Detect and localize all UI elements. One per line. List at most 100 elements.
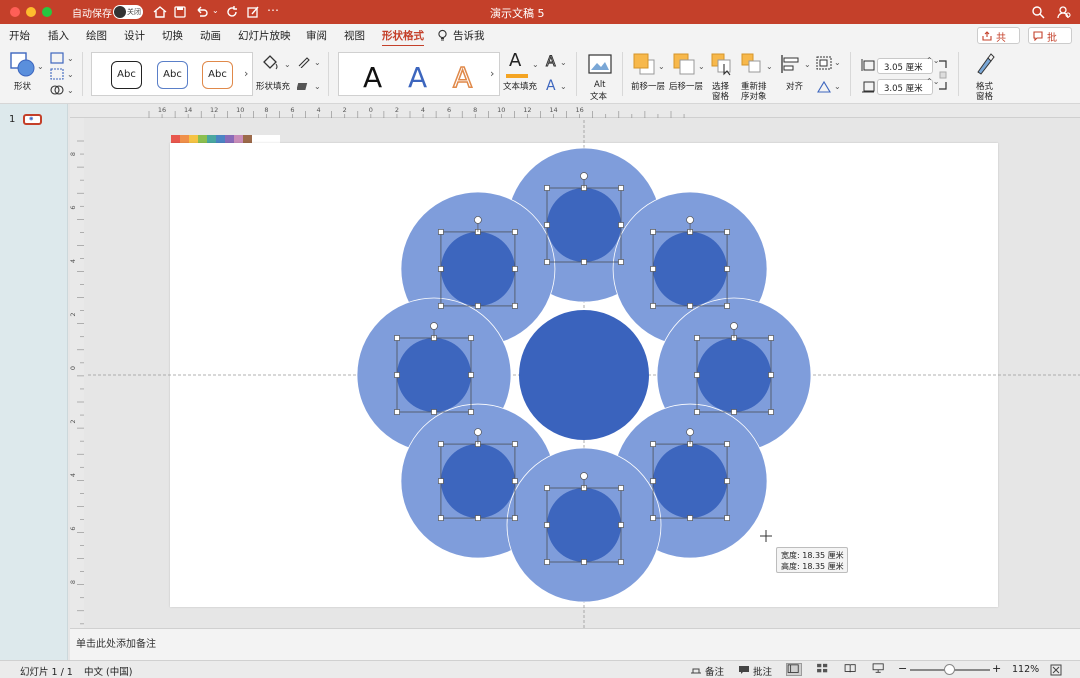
- alt-text-icon[interactable]: [588, 54, 612, 76]
- tab-transitions[interactable]: 切换: [162, 28, 183, 43]
- bring-forward-chevron-icon[interactable]: ⌄: [658, 62, 665, 71]
- redo-icon[interactable]: [224, 4, 240, 20]
- notes-pane[interactable]: 单击此处添加备注: [70, 628, 1080, 660]
- comments-toggle[interactable]: 批注: [753, 664, 772, 678]
- bring-forward-icon[interactable]: [632, 52, 656, 76]
- window-close-button[interactable]: [10, 7, 20, 17]
- slideshow-view-button[interactable]: [872, 663, 888, 676]
- selection-pane-icon[interactable]: [710, 52, 734, 76]
- text-fill-chevron-icon[interactable]: ⌄: [532, 60, 539, 69]
- merge-shapes-icon[interactable]: [50, 84, 64, 96]
- tab-draw[interactable]: 绘图: [86, 28, 107, 43]
- shape-styles-more-icon[interactable]: ›: [244, 67, 248, 80]
- text-fill-label: 文本填充: [503, 82, 538, 92]
- shape-effects-icon[interactable]: [297, 80, 311, 92]
- format-pane-icon[interactable]: [974, 52, 996, 76]
- paint-bucket-icon[interactable]: [260, 52, 280, 72]
- text-fill-button[interactable]: A: [504, 50, 528, 78]
- tab-tell-me[interactable]: 告诉我: [453, 28, 485, 43]
- edit-icon[interactable]: [245, 4, 261, 20]
- lock-aspect-icon[interactable]: [938, 60, 948, 90]
- save-icon[interactable]: [172, 4, 188, 20]
- group-icon[interactable]: [816, 56, 832, 70]
- ruler-label: 0: [369, 106, 373, 114]
- merge-chevron-icon[interactable]: ⌄: [67, 86, 74, 95]
- vertical-ruler: 8 6 4 2 0 2 4 6 8: [69, 118, 84, 628]
- undo-icon[interactable]: [194, 4, 210, 20]
- reading-view-button[interactable]: [844, 663, 860, 676]
- search-icon[interactable]: [1030, 4, 1046, 20]
- autosave-toggle[interactable]: 关闭: [113, 5, 143, 19]
- shapes-icon[interactable]: [10, 52, 36, 78]
- shape-outline-icon[interactable]: [297, 56, 311, 68]
- wordart-style-orange[interactable]: A: [452, 60, 473, 95]
- comments-button[interactable]: 批注: [1028, 27, 1072, 59]
- text-outline-chevron-icon[interactable]: ⌄: [560, 58, 567, 67]
- text-effects-chevron-icon[interactable]: ⌄: [560, 82, 567, 91]
- edit-shape-chevron-icon[interactable]: ⌄: [67, 54, 74, 63]
- thumbnail-background: [0, 104, 68, 660]
- shape-height-input[interactable]: 3.05 厘米: [877, 58, 933, 74]
- zoom-in-button[interactable]: +: [992, 662, 1001, 675]
- reading-view-icon: [844, 664, 856, 673]
- fit-to-window-icon[interactable]: [1050, 664, 1062, 676]
- account-icon[interactable]: [1056, 4, 1072, 20]
- shape-style-1[interactable]: Abc: [111, 61, 142, 89]
- normal-view-button[interactable]: [786, 663, 802, 676]
- window-minimize-button[interactable]: [26, 7, 36, 17]
- share-button[interactable]: 共享: [977, 27, 1020, 59]
- send-backward-chevron-icon[interactable]: ⌄: [698, 62, 705, 71]
- shape-fill-chevron-icon[interactable]: ⌄: [284, 60, 291, 69]
- slide-sorter-icon: [817, 663, 828, 673]
- rotate-icon[interactable]: [816, 80, 832, 94]
- language-indicator[interactable]: 中文 (中国): [84, 664, 132, 678]
- zoom-out-button[interactable]: −: [898, 662, 907, 675]
- edit-shape-icon[interactable]: [50, 52, 64, 64]
- tab-shape-format[interactable]: 形状格式: [382, 28, 424, 47]
- text-box-icon[interactable]: [50, 68, 64, 80]
- tab-review[interactable]: 审阅: [306, 28, 327, 43]
- wordart-style-black[interactable]: A: [363, 61, 382, 94]
- tab-home[interactable]: 开始: [9, 28, 30, 43]
- text-box-chevron-icon[interactable]: ⌄: [67, 70, 74, 79]
- group-chevron-icon[interactable]: ⌄: [834, 58, 841, 67]
- send-backward-icon[interactable]: [672, 52, 696, 76]
- more-icon[interactable]: ⋯: [267, 3, 283, 19]
- vertical-ruler-ticks: 8 6 4 2 0 2 4 6 8: [69, 140, 84, 625]
- tab-slideshow[interactable]: 幻灯片放映: [238, 28, 291, 43]
- shape-style-2[interactable]: Abc: [157, 61, 188, 89]
- wordart-style-blue[interactable]: A: [408, 61, 427, 94]
- shape-style-3[interactable]: Abc: [202, 61, 233, 89]
- reorder-chevron-icon[interactable]: ⌄: [766, 62, 773, 71]
- tab-animations[interactable]: 动画: [200, 28, 221, 43]
- zoom-level[interactable]: 112%: [1012, 664, 1039, 675]
- align-chevron-icon[interactable]: ⌄: [804, 60, 811, 69]
- shapes-chevron-icon[interactable]: ⌄: [37, 62, 44, 71]
- tab-view[interactable]: 视图: [344, 28, 365, 43]
- comments-icon[interactable]: [738, 665, 750, 675]
- ribbon-separator: [850, 52, 851, 96]
- slide-1[interactable]: [170, 143, 998, 607]
- tab-design[interactable]: 设计: [124, 28, 145, 43]
- slide-thumbnail-1[interactable]: [23, 114, 42, 125]
- shape-width-input[interactable]: 3.05 厘米: [877, 79, 933, 95]
- align-icon[interactable]: [780, 54, 802, 74]
- slide-sorter-view-button[interactable]: [816, 663, 832, 676]
- shape-outline-chevron-icon[interactable]: ⌄: [314, 58, 321, 67]
- normal-view-icon: [787, 664, 799, 673]
- text-effects-icon[interactable]: A: [546, 78, 556, 94]
- home-icon[interactable]: [152, 4, 168, 20]
- rotate-chevron-icon[interactable]: ⌄: [834, 82, 841, 91]
- notes-icon[interactable]: [690, 665, 702, 675]
- tab-insert[interactable]: 插入: [48, 28, 69, 43]
- wordart-more-icon[interactable]: ›: [490, 67, 494, 80]
- zoom-slider-thumb[interactable]: [944, 664, 955, 675]
- window-maximize-button[interactable]: [42, 7, 52, 17]
- notes-toggle[interactable]: 备注: [705, 664, 724, 678]
- slide-thumbnail-pane: 1: [0, 104, 68, 660]
- ruler-label: 2: [70, 312, 77, 316]
- reorder-objects-icon[interactable]: [740, 52, 764, 76]
- text-fill-icon: A: [509, 50, 522, 71]
- text-outline-icon[interactable]: A: [546, 54, 557, 71]
- shape-effects-chevron-icon[interactable]: ⌄: [314, 82, 321, 91]
